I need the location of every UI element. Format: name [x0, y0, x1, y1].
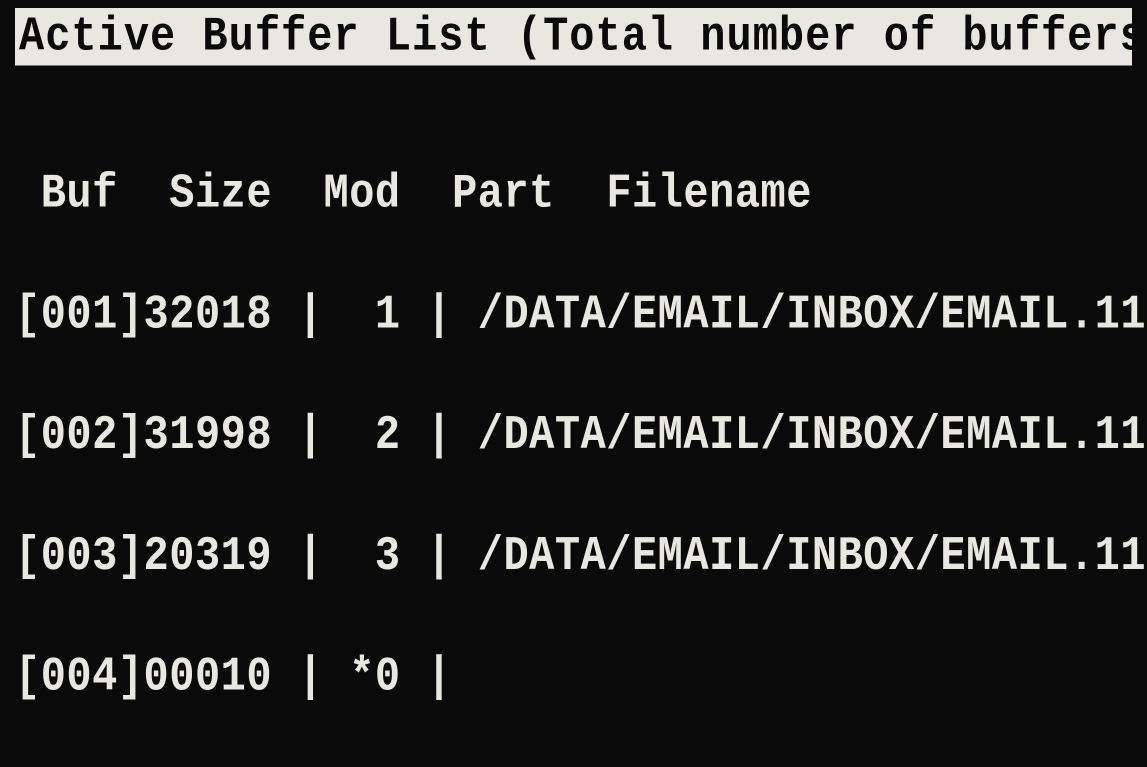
cell-filename: /DATA/EMAIL/INBOX/EMAIL.119 — [478, 405, 1147, 465]
cell-mod — [349, 405, 375, 465]
cell-size: 00010 — [144, 647, 273, 707]
table-row: [003] 20319 | 3 | /DATA/EMAIL/INBOX/EMAI… — [15, 526, 1132, 586]
cell-part: 2 — [375, 405, 401, 465]
cell-size: 31998 — [144, 405, 273, 465]
col-buf: Buf — [41, 166, 118, 221]
cell-filename: /DATA/EMAIL/INBOX/EMAIL.119 — [478, 284, 1147, 344]
col-filename: Filename — [606, 166, 812, 221]
buffer-list: Buf Size Mod Part Filename [001] 32018 |… — [15, 103, 1132, 767]
table-row: [002] 31998 | 2 | /DATA/EMAIL/INBOX/EMAI… — [15, 405, 1132, 465]
title-bar: Active Buffer List (Total number of buff… — [15, 8, 1132, 66]
cell-buf: [003] — [15, 526, 144, 586]
cell-mod: * — [349, 647, 375, 707]
table-row: [004] 00010 | * 0 | — [15, 647, 1132, 707]
table-row: [001] 32018 | 1 | /DATA/EMAIL/INBOX/EMAI… — [15, 284, 1132, 344]
cell-part: 3 — [375, 526, 401, 586]
cell-size: 20319 — [144, 526, 273, 586]
table-header: Buf Size Mod Part Filename — [15, 164, 1132, 224]
cell-filename: /DATA/EMAIL/INBOX/EMAIL.119 — [478, 526, 1147, 586]
cell-size: 32018 — [144, 284, 273, 344]
cell-part: 0 — [375, 647, 401, 707]
cell-buf: [002] — [15, 405, 144, 465]
cell-buf: [004] — [15, 647, 144, 707]
col-part: Part — [452, 166, 555, 221]
cell-part: 1 — [375, 284, 401, 344]
col-mod: Mod — [324, 166, 401, 221]
cell-buf: [001] — [15, 284, 144, 344]
cell-mod — [349, 526, 375, 586]
cell-mod — [349, 284, 375, 344]
col-size: Size — [169, 166, 272, 221]
